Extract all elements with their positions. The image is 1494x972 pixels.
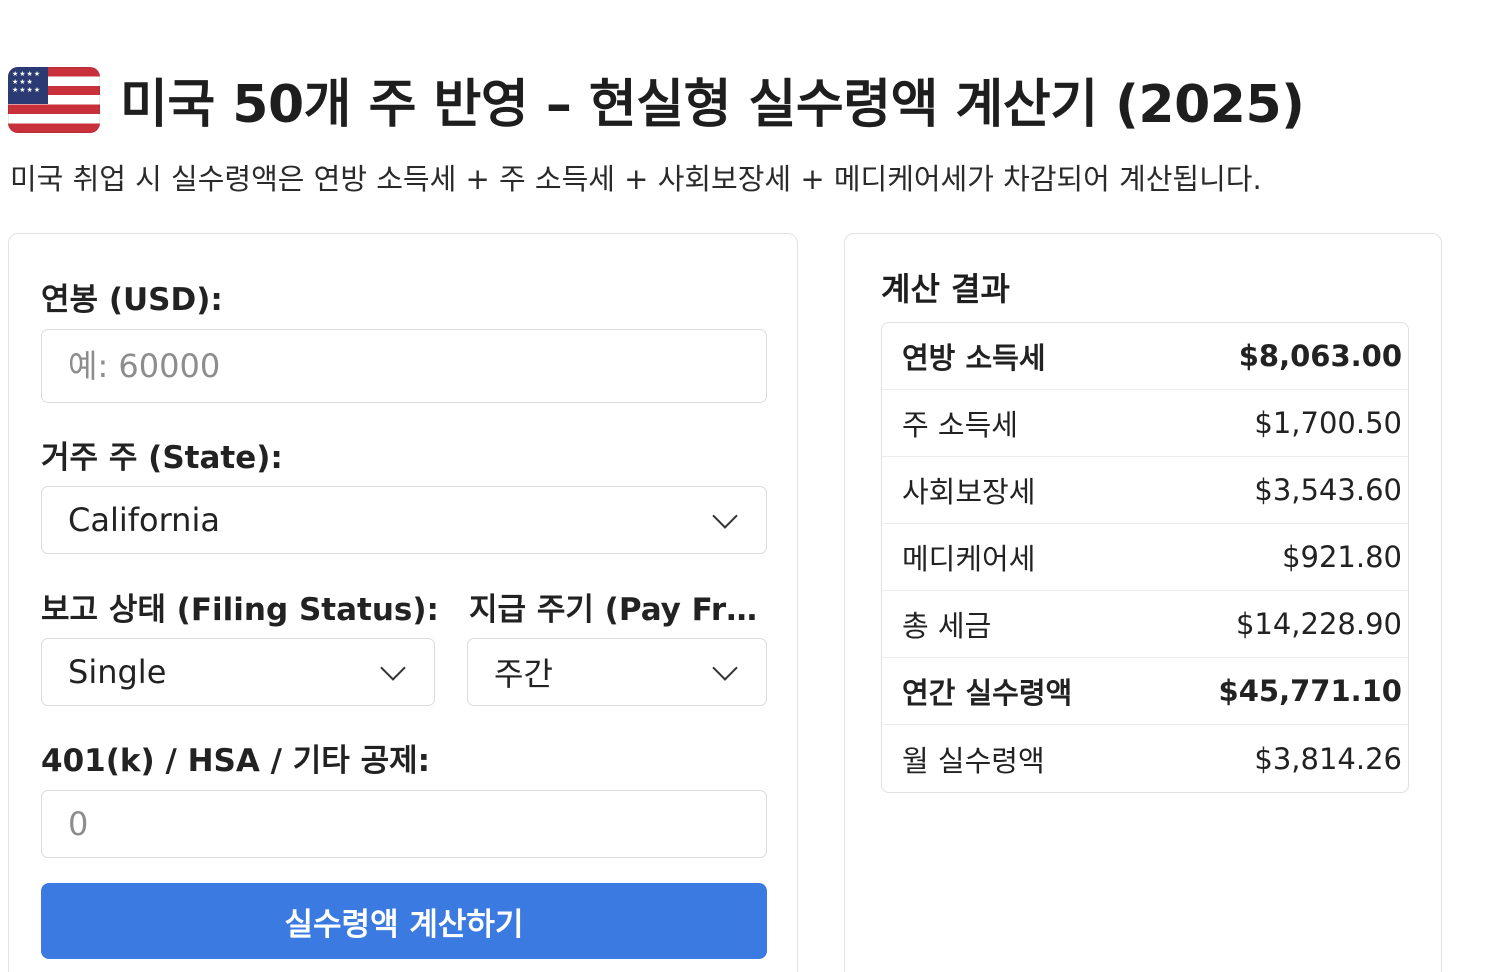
salary-label: 연봉 (USD): (41, 282, 223, 318)
results-table: 연방 소득세 $8,063.00 주 소득세 $1,700.50 사회보장세 $… (881, 322, 1409, 793)
page-subtitle: 미국 취업 시 실수령액은 연방 소득세 + 주 소득세 + 사회보장세 + 메… (10, 162, 1262, 196)
input-form-card: 연봉 (USD): 거주 주 (State): California 보고 상태… (8, 233, 798, 972)
result-row-total-tax: 총 세금 $14,228.90 (882, 591, 1408, 658)
flag-canton: ★★★★ ★★★ ★★★★ (8, 66, 48, 104)
chevron-down-icon (712, 655, 738, 681)
result-label: 연방 소득세 (902, 341, 1046, 375)
deduction-input[interactable] (41, 790, 767, 858)
result-row-medicare: 메디케어세 $921.80 (882, 524, 1408, 591)
filing-status-value: Single (68, 653, 167, 691)
chevron-down-icon (712, 503, 738, 529)
result-label: 월 실수령액 (902, 743, 1045, 778)
deduction-label: 401(k) / HSA / 기타 공제: (41, 743, 431, 779)
pay-frequency-label: 지급 주기 (Pay Frequency): (469, 592, 769, 628)
pay-frequency-value: 주간 (494, 655, 553, 693)
result-row-monthly-net: 월 실수령액 $3,814.26 (882, 725, 1408, 792)
result-value: $45,771.10 (1218, 674, 1402, 708)
filing-status-label: 보고 상태 (Filing Status): (41, 592, 439, 628)
results-title: 계산 결과 (881, 270, 1010, 308)
state-select-value: California (68, 501, 220, 539)
result-row-state-tax: 주 소득세 $1,700.50 (882, 390, 1408, 457)
result-value: $1,700.50 (1254, 406, 1402, 440)
result-row-social-security: 사회보장세 $3,543.60 (882, 457, 1408, 524)
result-row-annual-net: 연간 실수령액 $45,771.10 (882, 658, 1408, 725)
calculate-button[interactable]: 실수령액 계산하기 (41, 883, 767, 959)
result-label: 메디케어세 (902, 542, 1036, 576)
page: ★★★★ ★★★ ★★★★ 미국 50개 주 반영 – 현실형 실수령액 계산기 (… (0, 0, 1494, 972)
result-value: $14,228.90 (1235, 607, 1402, 641)
state-select[interactable]: California (41, 486, 767, 554)
pay-frequency-select[interactable]: 주간 (467, 638, 767, 706)
filing-status-select[interactable]: Single (41, 638, 435, 706)
page-title: 미국 50개 주 반영 – 현실형 실수령액 계산기 (2025) (120, 75, 1305, 135)
result-label: 주 소득세 (902, 408, 1018, 442)
us-flag-icon: ★★★★ ★★★ ★★★★ (8, 66, 100, 133)
result-label: 총 세금 (902, 609, 992, 643)
chevron-down-icon (380, 655, 406, 681)
results-card: 계산 결과 연방 소득세 $8,063.00 주 소득세 $1,700.50 사… (844, 233, 1442, 972)
header: ★★★★ ★★★ ★★★★ 미국 50개 주 반영 – 현실형 실수령액 계산기 (… (8, 62, 1305, 137)
result-label: 연간 실수령액 (902, 676, 1073, 710)
result-value: $3,543.60 (1254, 473, 1402, 507)
result-value: $921.80 (1282, 540, 1402, 574)
result-value: $8,063.00 (1238, 339, 1402, 373)
result-label: 사회보장세 (902, 475, 1036, 509)
result-row-federal-tax: 연방 소득세 $8,063.00 (882, 323, 1408, 390)
salary-input[interactable] (41, 329, 767, 403)
result-value: $3,814.26 (1254, 741, 1402, 776)
state-label: 거주 주 (State): (41, 440, 283, 476)
